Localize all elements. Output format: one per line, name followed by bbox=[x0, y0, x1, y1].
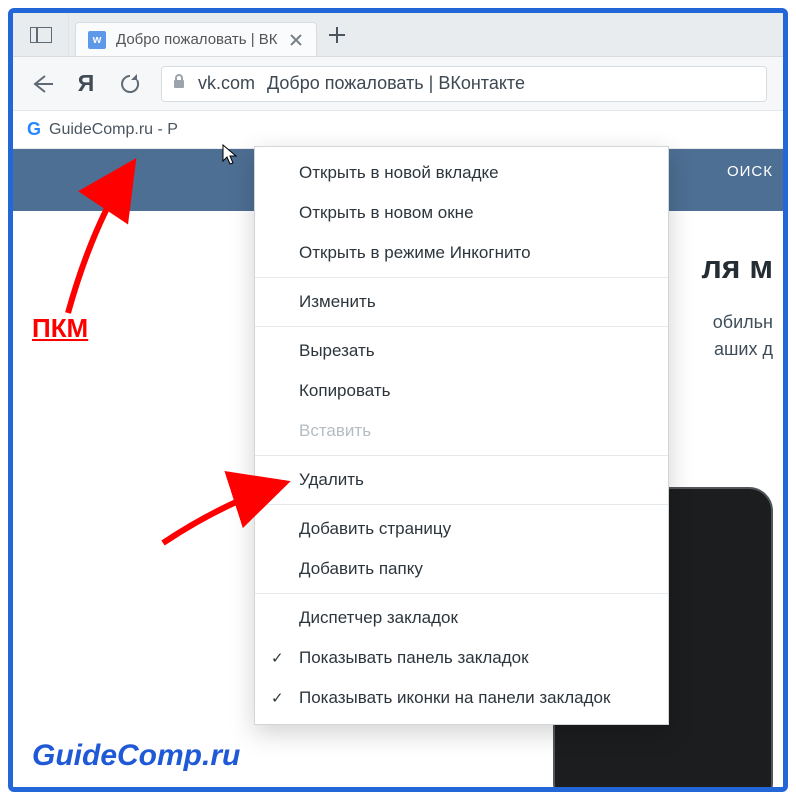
yandex-home-button[interactable]: Я bbox=[73, 71, 99, 97]
back-arrow-icon bbox=[31, 74, 53, 94]
menu-show-icons[interactable]: ✓ Показывать иконки на панели закладок bbox=[255, 678, 668, 718]
menu-open-new-window[interactable]: Открыть в новом окне bbox=[255, 193, 668, 233]
bookmarks-bar: G GuideComp.ru - Р bbox=[13, 111, 783, 149]
menu-bookmark-manager[interactable]: Диспетчер закладок bbox=[255, 598, 668, 638]
menu-open-new-tab[interactable]: Открыть в новой вкладке bbox=[255, 153, 668, 193]
vk-subtext-2: аших д bbox=[713, 336, 773, 363]
reload-button[interactable] bbox=[117, 71, 143, 97]
toolbar: Я vk.com Добро пожаловать | ВКонтакте bbox=[13, 57, 783, 111]
menu-add-page[interactable]: Добавить страницу bbox=[255, 509, 668, 549]
context-menu: Открыть в новой вкладке Открыть в новом … bbox=[254, 146, 669, 725]
reload-icon bbox=[119, 73, 141, 95]
bookmark-favicon: G bbox=[27, 119, 41, 140]
vk-subtext-1: обильн bbox=[713, 309, 773, 336]
menu-separator bbox=[255, 504, 668, 505]
menu-separator bbox=[255, 326, 668, 327]
panel-icon bbox=[30, 27, 52, 43]
lock-icon bbox=[172, 73, 186, 94]
tab-vk[interactable]: w Добро пожаловать | ВК bbox=[75, 22, 317, 56]
menu-show-bookmarks-bar[interactable]: ✓ Показывать панель закладок bbox=[255, 638, 668, 678]
close-icon bbox=[290, 34, 302, 46]
tab-title: Добро пожаловать | ВК bbox=[116, 31, 278, 48]
bookmark-guidecomp[interactable]: G GuideComp.ru - Р bbox=[27, 119, 178, 140]
new-tab-button[interactable] bbox=[317, 13, 357, 56]
menu-separator bbox=[255, 277, 668, 278]
menu-paste: Вставить bbox=[255, 411, 668, 451]
check-icon: ✓ bbox=[271, 649, 284, 667]
sidebar-toggle-button[interactable] bbox=[13, 13, 69, 56]
menu-delete[interactable]: Удалить bbox=[255, 460, 668, 500]
menu-separator bbox=[255, 593, 668, 594]
vk-search-text[interactable]: ОИСК bbox=[727, 163, 773, 180]
menu-add-folder[interactable]: Добавить папку bbox=[255, 549, 668, 589]
menu-label: Показывать иконки на панели закладок bbox=[299, 688, 610, 708]
address-domain: vk.com bbox=[198, 73, 255, 94]
menu-edit[interactable]: Изменить bbox=[255, 282, 668, 322]
menu-label: Показывать панель закладок bbox=[299, 648, 529, 668]
menu-separator bbox=[255, 455, 668, 456]
browser-window: w Добро пожаловать | ВК Я bbox=[8, 8, 788, 792]
tab-close-button[interactable] bbox=[288, 32, 304, 48]
tab-strip: w Добро пожаловать | ВК bbox=[13, 13, 783, 57]
address-bar[interactable]: vk.com Добро пожаловать | ВКонтакте bbox=[161, 66, 767, 102]
address-title: Добро пожаловать | ВКонтакте bbox=[267, 73, 525, 94]
vk-favicon: w bbox=[88, 31, 106, 49]
check-icon: ✓ bbox=[271, 689, 284, 707]
menu-cut[interactable]: Вырезать bbox=[255, 331, 668, 371]
vk-subtext: обильн аших д bbox=[713, 309, 773, 363]
mouse-cursor-icon bbox=[222, 144, 240, 166]
menu-copy[interactable]: Копировать bbox=[255, 371, 668, 411]
vk-headline: ля м bbox=[701, 249, 773, 286]
menu-open-incognito[interactable]: Открыть в режиме Инкогнито bbox=[255, 233, 668, 273]
back-button[interactable] bbox=[29, 71, 55, 97]
plus-icon bbox=[328, 26, 346, 44]
bookmark-label: GuideComp.ru - Р bbox=[49, 121, 178, 139]
